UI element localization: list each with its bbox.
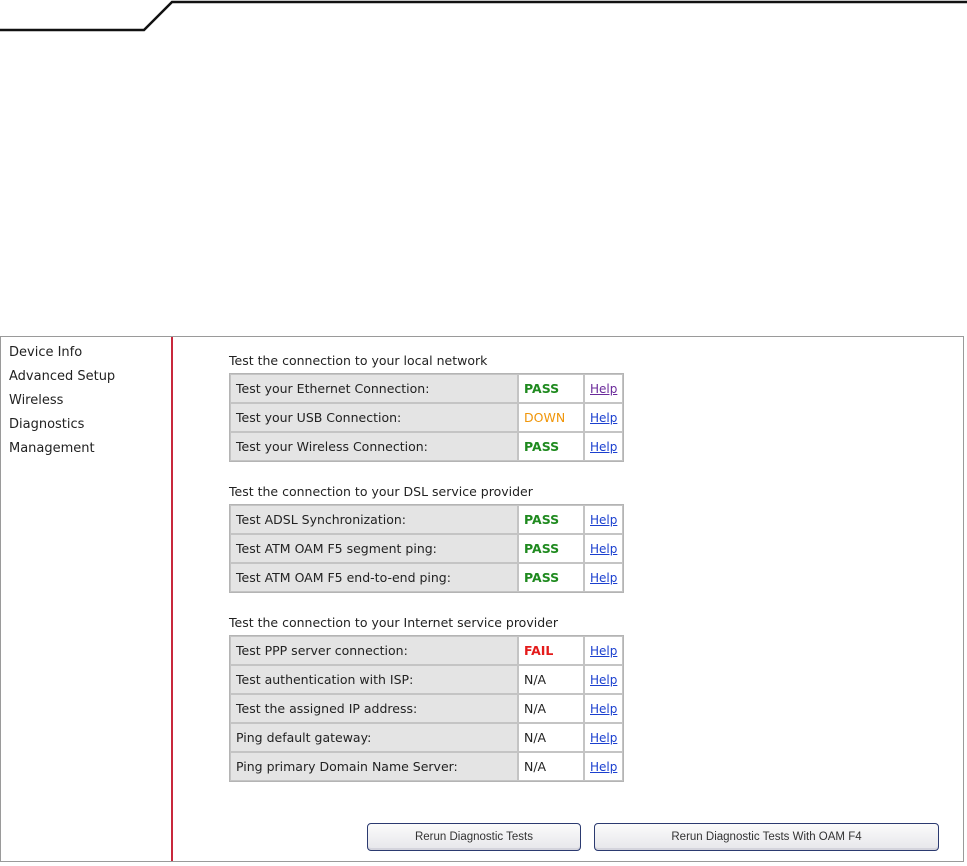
test-label: Test ATM OAM F5 segment ping: <box>230 534 518 563</box>
table-row: Test the assigned IP address: N/A Help <box>230 694 624 723</box>
table-row: Test ADSL Synchronization: PASS Help <box>230 505 624 534</box>
help-link[interactable]: Help <box>590 382 617 396</box>
sidebar-item-wireless[interactable]: Wireless <box>1 392 171 416</box>
rerun-diagnostic-tests-button[interactable]: Rerun Diagnostic Tests <box>367 823 581 851</box>
status-badge: N/A <box>524 759 547 774</box>
help-link[interactable]: Help <box>590 702 617 716</box>
help-link[interactable]: Help <box>590 440 617 454</box>
status-badge: PASS <box>524 439 560 454</box>
table-row: Test your Wireless Connection: PASS Help <box>230 432 624 461</box>
test-label: Test your Ethernet Connection: <box>230 374 518 403</box>
test-label: Ping primary Domain Name Server: <box>230 752 518 781</box>
status-badge: DOWN <box>524 410 566 425</box>
test-label: Test ATM OAM F5 end-to-end ping: <box>230 563 518 592</box>
status-badge: N/A <box>524 672 547 687</box>
table-row: Test your USB Connection: DOWN Help <box>230 403 624 432</box>
sidebar-nav: Device Info Advanced Setup Wireless Diag… <box>1 337 173 861</box>
help-link[interactable]: Help <box>590 411 617 425</box>
test-label: Test the assigned IP address: <box>230 694 518 723</box>
table-row: Ping primary Domain Name Server: N/A Hel… <box>230 752 624 781</box>
rerun-diagnostic-tests-oam-f4-button[interactable]: Rerun Diagnostic Tests With OAM F4 <box>594 823 939 851</box>
table-row: Ping default gateway: N/A Help <box>230 723 624 752</box>
status-badge: PASS <box>524 512 560 527</box>
diagnostics-content: Test the connection to your local networ… <box>229 351 949 782</box>
sidebar-item-advanced-setup[interactable]: Advanced Setup <box>1 368 171 392</box>
status-badge: N/A <box>524 701 547 716</box>
help-link[interactable]: Help <box>590 731 617 745</box>
sidebar-item-device-info[interactable]: Device Info <box>1 344 171 368</box>
sidebar-item-management[interactable]: Management <box>1 440 171 464</box>
test-label: Test authentication with ISP: <box>230 665 518 694</box>
help-link[interactable]: Help <box>590 571 617 585</box>
status-badge: PASS <box>524 381 560 396</box>
section-title-internet-provider: Test the connection to your Internet ser… <box>229 615 558 630</box>
section-title-local-network: Test the connection to your local networ… <box>229 353 488 368</box>
test-label: Test ADSL Synchronization: <box>230 505 518 534</box>
header-decorative-rule <box>0 0 967 32</box>
diagnostics-panel: Device Info Advanced Setup Wireless Diag… <box>0 336 964 862</box>
help-link[interactable]: Help <box>590 644 617 658</box>
table-row: Test ATM OAM F5 end-to-end ping: PASS He… <box>230 563 624 592</box>
table-row: Test authentication with ISP: N/A Help <box>230 665 624 694</box>
test-label: Test PPP server connection: <box>230 636 518 665</box>
table-row: Test ATM OAM F5 segment ping: PASS Help <box>230 534 624 563</box>
internet-provider-tests-table: Test PPP server connection: FAIL Help Te… <box>229 635 625 782</box>
help-link[interactable]: Help <box>590 673 617 687</box>
help-link[interactable]: Help <box>590 760 617 774</box>
local-network-tests-table: Test your Ethernet Connection: PASS Help… <box>229 373 625 462</box>
dsl-provider-tests-table: Test ADSL Synchronization: PASS Help Tes… <box>229 504 625 593</box>
status-badge: N/A <box>524 730 547 745</box>
section-title-dsl-provider: Test the connection to your DSL service … <box>229 484 533 499</box>
sidebar-item-diagnostics[interactable]: Diagnostics <box>1 416 171 440</box>
test-label: Test your Wireless Connection: <box>230 432 518 461</box>
status-badge: PASS <box>524 570 560 585</box>
status-badge: FAIL <box>524 643 554 658</box>
help-link[interactable]: Help <box>590 542 617 556</box>
table-row: Test PPP server connection: FAIL Help <box>230 636 624 665</box>
table-row: Test your Ethernet Connection: PASS Help <box>230 374 624 403</box>
test-label: Test your USB Connection: <box>230 403 518 432</box>
help-link[interactable]: Help <box>590 513 617 527</box>
test-label: Ping default gateway: <box>230 723 518 752</box>
status-badge: PASS <box>524 541 560 556</box>
